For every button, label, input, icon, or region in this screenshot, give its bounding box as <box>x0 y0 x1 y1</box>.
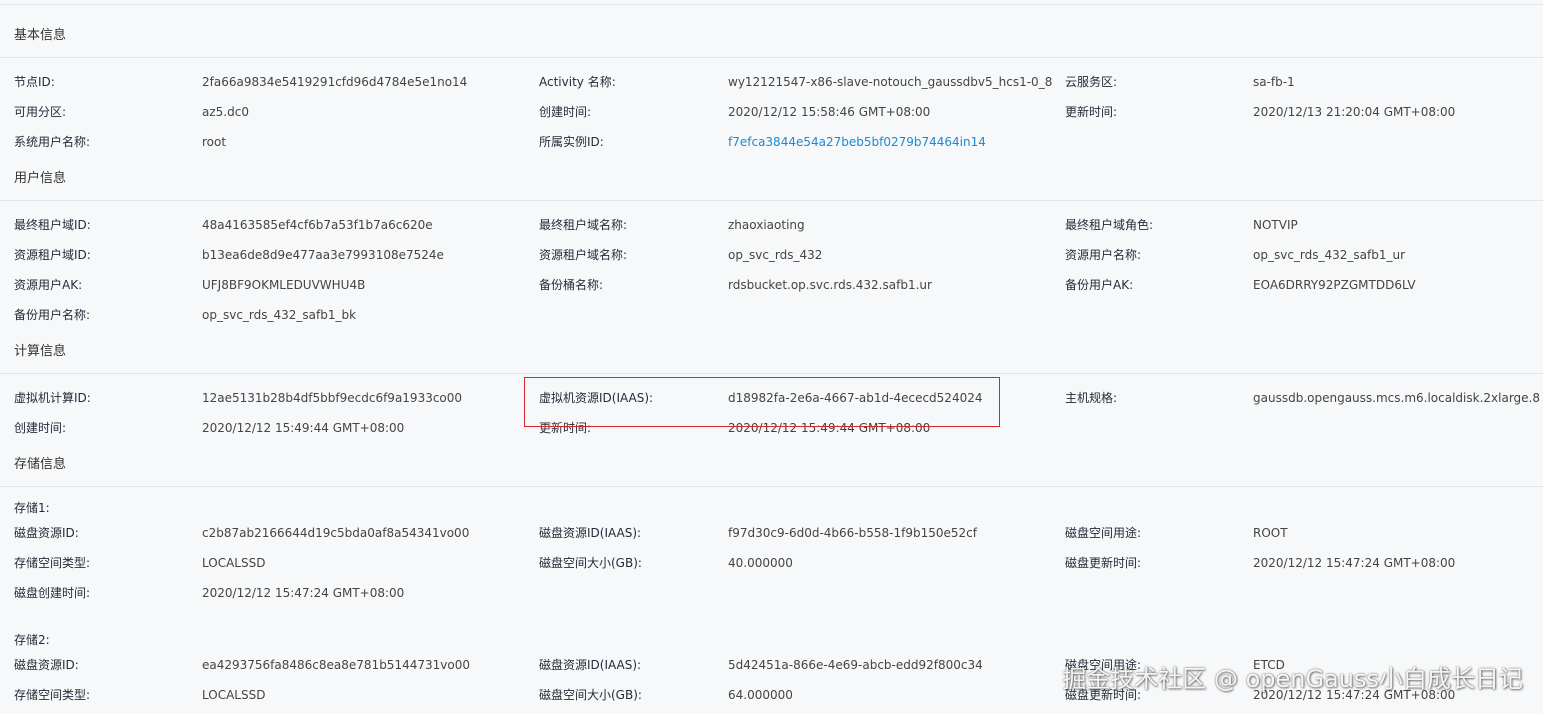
section-divider-compute <box>0 373 1543 374</box>
vm-updated-value: 2020/12/12 15:49:44 GMT+08:00 <box>728 421 931 435</box>
res-ak-value: UFJ8BF9OKMLEDUVWHU4B <box>202 278 366 292</box>
disk-size-label: 磁盘空间大小(GB): <box>539 688 642 702</box>
info-row: 虚拟机计算ID: 12ae5131b28b4df5bbf9ecdc6f9a193… <box>0 390 1543 406</box>
info-row: 磁盘资源ID: c2b87ab2166644d19c5bda0af8a54341… <box>0 525 1543 541</box>
az-label: 可用分区: <box>14 105 67 119</box>
final-tenant-id-value: 48a4163585ef4cf6b7a53f1b7a6c620e <box>202 218 433 232</box>
disk-size-value: 64.000000 <box>728 688 793 702</box>
backup-user-label: 备份用户名称: <box>14 308 91 322</box>
final-tenant-role-label: 最终租户域角色: <box>1065 218 1154 232</box>
info-row: 资源租户域ID: b13ea6de8d9e477aa3e7993108e7524… <box>0 247 1543 263</box>
vm-id-value: 12ae5131b28b4df5bbf9ecdc6f9a1933co00 <box>202 391 463 405</box>
node-id-value: 2fa66a9834e5419291cfd96d4784e5e1no14 <box>202 75 468 89</box>
bucket-value: rdsbucket.op.svc.rds.432.safb1.ur <box>728 278 932 292</box>
activity-value: wy12121547-x86-slave-notouch_gaussdbv5_h… <box>728 75 1053 89</box>
storage-type-value: LOCALSSD <box>202 556 266 570</box>
disk-id-label: 磁盘资源ID: <box>14 658 79 672</box>
updated-time-value: 2020/12/13 21:20:04 GMT+08:00 <box>1253 105 1456 119</box>
disk-id-value: c2b87ab2166644d19c5bda0af8a54341vo00 <box>202 526 470 540</box>
final-tenant-id-label: 最终租户域ID: <box>14 218 91 232</box>
info-row: 存储空间类型: LOCALSSD 磁盘空间大小(GB): 40.000000 磁… <box>0 555 1543 571</box>
updated-time-label: 更新时间: <box>1065 105 1118 119</box>
region-value: sa-fb-1 <box>1253 75 1295 89</box>
res-tenant-name-label: 资源租户域名称: <box>539 248 628 262</box>
vm-created-label: 创建时间: <box>14 421 67 435</box>
storage-type-label: 存储空间类型: <box>14 556 91 570</box>
region-label: 云服务区: <box>1065 75 1118 89</box>
final-tenant-role-value: NOTVIP <box>1253 218 1298 232</box>
activity-label: Activity 名称: <box>539 75 616 89</box>
vm-res-id-value: d18982fa-2e6a-4667-ab1d-4ececd524024 <box>728 391 983 405</box>
res-tenant-id-label: 资源租户域ID: <box>14 248 91 262</box>
bucket-label: 备份桶名称: <box>539 278 604 292</box>
disk-usage-value: ROOT <box>1253 526 1288 540</box>
storage-type-value: LOCALSSD <box>202 688 266 702</box>
disk-updated-label: 磁盘更新时间: <box>1065 556 1142 570</box>
detail-panel: 基本信息 节点ID: 2fa66a9834e5419291cfd96d4784e… <box>0 0 1543 714</box>
flavor-value: gaussdb.opengauss.mcs.m6.localdisk.2xlar… <box>1253 391 1540 405</box>
info-row: 节点ID: 2fa66a9834e5419291cfd96d4784e5e1no… <box>0 74 1543 90</box>
disk-iaas-label: 磁盘资源ID(IAAS): <box>539 658 642 672</box>
section-title-compute: 计算信息 <box>14 344 67 359</box>
backup-user-value: op_svc_rds_432_safb1_bk <box>202 308 357 322</box>
sys-user-value: root <box>202 135 227 149</box>
info-row: 最终租户域ID: 48a4163585ef4cf6b7a53f1b7a6c620… <box>0 217 1543 233</box>
disk-updated-value: 2020/12/12 15:47:24 GMT+08:00 <box>1253 556 1456 570</box>
disk-size-label: 磁盘空间大小(GB): <box>539 556 642 570</box>
disk-created-value: 2020/12/12 15:47:24 GMT+08:00 <box>202 586 405 600</box>
storage-2-title: 存储2: <box>14 633 50 647</box>
node-id-label: 节点ID: <box>14 75 55 89</box>
res-ak-label: 资源用户AK: <box>14 278 83 292</box>
storage-type-label: 存储空间类型: <box>14 688 91 702</box>
info-row: 创建时间: 2020/12/12 15:49:44 GMT+08:00 更新时间… <box>0 420 1543 436</box>
section-divider-user <box>0 200 1543 201</box>
res-user-name-label: 资源用户名称: <box>1065 248 1142 262</box>
section-divider-basic <box>0 57 1543 58</box>
sys-user-label: 系统用户名称: <box>14 135 91 149</box>
res-tenant-id-value: b13ea6de8d9e477aa3e7993108e7524e <box>202 248 444 262</box>
instance-id-label: 所属实例ID: <box>539 135 604 149</box>
final-tenant-name-label: 最终租户域名称: <box>539 218 628 232</box>
top-divider <box>0 4 1543 5</box>
disk-created-label: 磁盘创建时间: <box>14 586 91 600</box>
info-row: 资源用户AK: UFJ8BF9OKMLEDUVWHU4B 备份桶名称: rdsb… <box>0 277 1543 293</box>
section-title-storage: 存储信息 <box>14 457 67 472</box>
created-time-value: 2020/12/12 15:58:46 GMT+08:00 <box>728 105 931 119</box>
disk-iaas-value: f97d30c9-6d0d-4b66-b558-1f9b150e52cf <box>728 526 977 540</box>
watermark: 掘金技术社区 @ openGauss小白成长日记 <box>1062 665 1523 693</box>
az-value: az5.dc0 <box>202 105 249 119</box>
disk-id-label: 磁盘资源ID: <box>14 526 79 540</box>
final-tenant-name-value: zhaoxiaoting <box>728 218 805 232</box>
disk-id-value: ea4293756fa8486c8ea8e781b5144731vo00 <box>202 658 470 672</box>
disk-iaas-value: 5d42451a-866e-4e69-abcb-edd92f800c34 <box>728 658 983 672</box>
flavor-label: 主机规格: <box>1065 391 1118 405</box>
vm-id-label: 虚拟机计算ID: <box>14 391 91 405</box>
disk-iaas-label: 磁盘资源ID(IAAS): <box>539 526 642 540</box>
disk-usage-label: 磁盘空间用途: <box>1065 526 1142 540</box>
instance-id-link[interactable]: f7efca3844e54a27beb5bf0279b74464in14 <box>728 134 986 150</box>
backup-ak-value: EOA6DRRY92PZGMTDD6LV <box>1253 278 1416 292</box>
backup-ak-label: 备份用户AK: <box>1065 278 1134 292</box>
created-time-label: 创建时间: <box>539 105 592 119</box>
res-user-name-value: op_svc_rds_432_safb1_ur <box>1253 248 1406 262</box>
section-title-user: 用户信息 <box>14 171 67 186</box>
disk-size-value: 40.000000 <box>728 556 793 570</box>
info-row: 可用分区: az5.dc0 创建时间: 2020/12/12 15:58:46 … <box>0 104 1543 120</box>
section-divider-storage <box>0 486 1543 487</box>
storage-1-title: 存储1: <box>14 501 50 515</box>
vm-res-id-label: 虚拟机资源ID(IAAS): <box>539 391 654 405</box>
vm-created-value: 2020/12/12 15:49:44 GMT+08:00 <box>202 421 405 435</box>
info-row: 磁盘创建时间: 2020/12/12 15:47:24 GMT+08:00 <box>0 585 1543 601</box>
info-row: 系统用户名称: root 所属实例ID: f7efca3844e54a27beb… <box>0 134 1543 150</box>
info-row: 备份用户名称: op_svc_rds_432_safb1_bk <box>0 307 1543 323</box>
vm-updated-label: 更新时间: <box>539 421 592 435</box>
res-tenant-name-value: op_svc_rds_432 <box>728 248 823 262</box>
section-title-basic: 基本信息 <box>14 28 67 43</box>
